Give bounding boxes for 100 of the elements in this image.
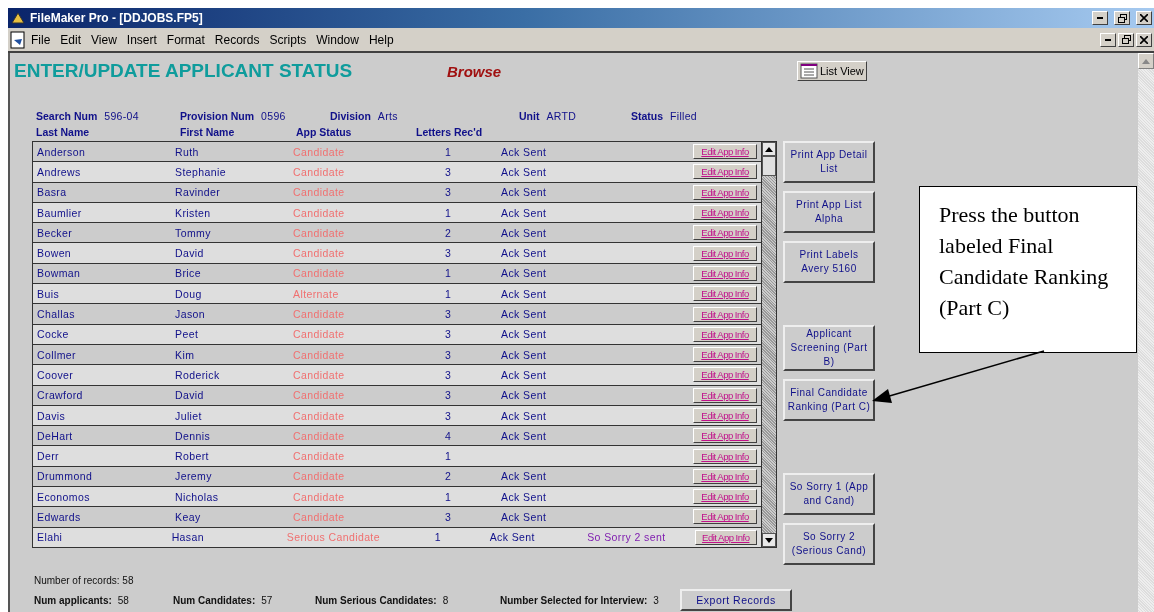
stat-label: Num applicants: (34, 594, 112, 606)
edit-app-info-button[interactable]: Edit App Info (693, 347, 757, 363)
restore-button[interactable] (1114, 11, 1130, 25)
table-cell-text: Candidate (293, 186, 346, 199)
edit-app-info-button[interactable]: Edit App Info (693, 468, 757, 484)
script-button[interactable]: So Sorry 1 (App and Cand) (783, 473, 875, 515)
table-cell-text: Candidate (293, 328, 346, 341)
edit-app-info-button[interactable]: Edit App Info (693, 205, 757, 221)
close-button[interactable] (1136, 32, 1152, 47)
table-cell-text: Bowman (36, 267, 82, 280)
edit-app-info-button[interactable]: Edit App Info (693, 448, 757, 464)
menu-item[interactable]: Scripts (264, 32, 312, 47)
window-title: FileMaker Pro - [DDJOBS.FP5] (30, 11, 204, 25)
table-cell-text: 2 (443, 470, 453, 483)
edit-app-info-button[interactable]: Edit App Info (693, 225, 757, 241)
script-button[interactable]: Print App Detail List (783, 141, 875, 183)
menu-item[interactable]: Help (363, 32, 399, 47)
table-cell-text: So Sorry 2 sent (587, 531, 667, 544)
table-cell-text: Crawford (36, 389, 84, 402)
field-value: 0596 (261, 110, 286, 122)
table-cell-text: Candidate (293, 429, 346, 442)
edit-app-info-button[interactable]: Edit App Info (693, 428, 757, 444)
script-button[interactable]: Applicant Screening (Part B) (783, 325, 875, 371)
edit-app-info-button[interactable]: Edit App Info (693, 408, 757, 423)
table-cell-text: Baumlier (36, 206, 83, 219)
menu-item[interactable]: Insert (121, 32, 162, 47)
script-button[interactable]: Final Candidate Ranking (Part C) (783, 379, 875, 421)
field-value: Filled (670, 110, 697, 122)
field-value: Arts (377, 110, 398, 122)
close-button[interactable] (1136, 11, 1152, 25)
edit-app-info-button[interactable]: Edit App Info (693, 387, 757, 403)
table-cell-text: Candidate (293, 267, 346, 280)
edit-app-info-button[interactable]: Edit App Info (694, 529, 757, 545)
edit-app-info-button[interactable]: Edit App Info (693, 164, 757, 180)
minimize-button[interactable] (1092, 11, 1108, 25)
table-cell-text: 1 (443, 490, 453, 503)
menu-item[interactable]: Window (311, 32, 364, 47)
table-cell-text: Edwards (36, 511, 82, 523)
document-icon[interactable] (10, 30, 26, 49)
edit-app-info-button[interactable]: Edit App Info (693, 489, 757, 505)
table-cell-text: Candidate (293, 226, 346, 239)
table-cell-text: 2 (443, 226, 453, 239)
table-cell-text: Keay (175, 511, 202, 523)
menu-item[interactable]: Format (161, 32, 210, 47)
edit-app-info-button[interactable]: Edit App Info (693, 367, 757, 383)
table-cell-text: Jeremy (175, 470, 213, 483)
edit-app-info-button[interactable]: Edit App Info (693, 265, 757, 281)
edit-app-info-button[interactable]: Edit App Info (693, 509, 757, 525)
table-cell-text: Nicholas (175, 490, 220, 503)
table-cell-text: Ack Sent (501, 409, 548, 422)
table-cell-text: Bowen (36, 247, 73, 260)
scroll-thumb[interactable] (762, 156, 776, 176)
table-cell-text: Andrews (36, 165, 82, 178)
menu-item[interactable]: Edit (55, 32, 87, 47)
export-records-button[interactable]: Export Records (680, 589, 792, 611)
edit-app-info-button[interactable]: Edit App Info (693, 306, 757, 322)
table-cell-text: Ack Sent (501, 389, 548, 402)
table-cell-text: Ack Sent (501, 145, 548, 158)
table-cell-text: Brice (175, 267, 202, 280)
menu-item[interactable]: View (86, 32, 122, 47)
edit-app-info-button[interactable]: Edit App Info (693, 144, 757, 160)
script-button[interactable]: Print Labels Avery 5160 (783, 241, 875, 283)
list-view-button[interactable]: List View (797, 61, 867, 81)
script-button[interactable]: Print App List Alpha (783, 191, 875, 233)
edit-app-info-button[interactable]: Edit App Info (693, 184, 757, 200)
table-cell-text: 3 (443, 328, 453, 341)
table-cell-text: Derr (36, 450, 60, 463)
restore-button[interactable] (1118, 32, 1134, 47)
table-cell-text: Kim (175, 348, 196, 361)
minimize-button[interactable] (1100, 32, 1116, 47)
table-cell-text: Ack Sent (501, 267, 548, 280)
table-cell-text: Ruth (175, 145, 200, 158)
column-header: Last Name (36, 126, 91, 138)
menu-item[interactable]: File (26, 32, 56, 47)
menu-item[interactable]: Records (209, 32, 265, 47)
table-cell-text: 3 (443, 511, 453, 523)
table-cell-text: 3 (443, 348, 453, 361)
record-count: Number of records: 58 (34, 575, 135, 588)
script-button[interactable]: So Sorry 2 (Serious Cand) (783, 523, 875, 565)
callout-note: Press the button labeled Final Candidate Ranking (Part C) (919, 186, 1137, 353)
edit-app-info-button[interactable]: Edit App Info (693, 286, 757, 302)
table-cell-text: Candidate (293, 511, 346, 523)
table-cell-text: Ack Sent (501, 328, 548, 341)
table-cell-text: Candidate (293, 389, 346, 402)
table-cell-text: Candidate (293, 206, 346, 219)
edit-app-info-button[interactable]: Edit App Info (693, 245, 757, 261)
field-label: Search Num (36, 110, 98, 122)
table-cell-text: 1 (443, 450, 453, 463)
restore-icon (1121, 35, 1131, 44)
table-cell-text: 1 (443, 206, 453, 219)
table-cell-text: Collmer (36, 348, 77, 361)
table-cell-text: 1 (443, 267, 453, 280)
table-cell-text: Ack Sent (501, 247, 548, 260)
table-cell-text: Dennis (175, 429, 212, 442)
table-cell-text: Buis (36, 287, 61, 300)
table-cell-text: Challas (36, 308, 76, 320)
table-cell-text: Candidate (293, 348, 346, 361)
edit-app-info-button[interactable]: Edit App Info (693, 326, 757, 342)
stat-label: Num Candidates: (173, 594, 256, 606)
table-cell-text: 3 (443, 308, 453, 320)
